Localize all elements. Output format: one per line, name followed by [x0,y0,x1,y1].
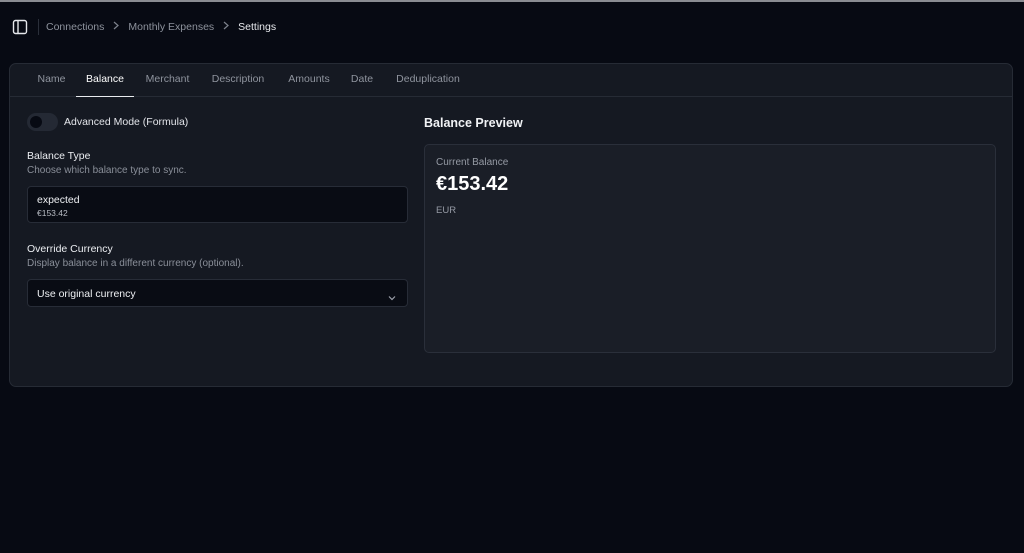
balance-type-help: Choose which balance type to sync. [27,165,187,176]
tab-date[interactable]: Date [347,64,377,97]
chevron-down-icon [387,289,397,301]
tab-bar: Name Balance Merchant Description Amount… [10,64,1012,97]
chevron-right-icon [223,21,230,33]
balance-preview-panel: Current Balance €153.42 EUR [424,144,996,353]
override-currency-help: Display balance in a different currency … [27,258,244,269]
override-currency-label: Override Currency [27,243,113,255]
toggle-knob [30,116,42,128]
current-balance-amount: €153.42 [436,173,509,195]
balance-type-value: expected [37,194,80,206]
advanced-mode-label: Advanced Mode (Formula) [64,116,189,128]
override-currency-value: Use original currency [37,288,136,300]
breadcrumb-connections[interactable]: Connections [46,21,104,33]
top-header: Connections Monthly Expenses Settings [0,2,1024,52]
tab-deduplication[interactable]: Deduplication [392,64,464,97]
tab-balance[interactable]: Balance [76,64,134,97]
breadcrumb-monthly-expenses[interactable]: Monthly Expenses [128,21,214,33]
tab-name[interactable]: Name [29,64,74,97]
settings-card: Name Balance Merchant Description Amount… [9,63,1013,387]
tab-description[interactable]: Description [208,64,268,97]
breadcrumb: Connections Monthly Expenses Settings [46,21,276,33]
tab-merchant[interactable]: Merchant [140,64,195,97]
balance-type-label: Balance Type [27,150,91,162]
tab-amounts[interactable]: Amounts [284,64,334,97]
override-currency-select[interactable]: Use original currency [27,279,408,307]
sidebar-toggle-icon[interactable] [12,19,28,35]
current-balance-label: Current Balance [436,157,509,168]
advanced-mode-toggle[interactable] [27,113,58,131]
balance-preview-title: Balance Preview [424,116,523,130]
balance-type-amount: €153.42 [37,208,68,218]
advanced-mode-row: Advanced Mode (Formula) [27,113,188,131]
balance-type-select[interactable]: expected €153.42 [27,186,408,223]
current-balance-currency: EUR [436,205,457,216]
header-divider [38,19,39,35]
breadcrumb-settings: Settings [238,21,277,33]
chevron-right-icon [113,21,120,33]
